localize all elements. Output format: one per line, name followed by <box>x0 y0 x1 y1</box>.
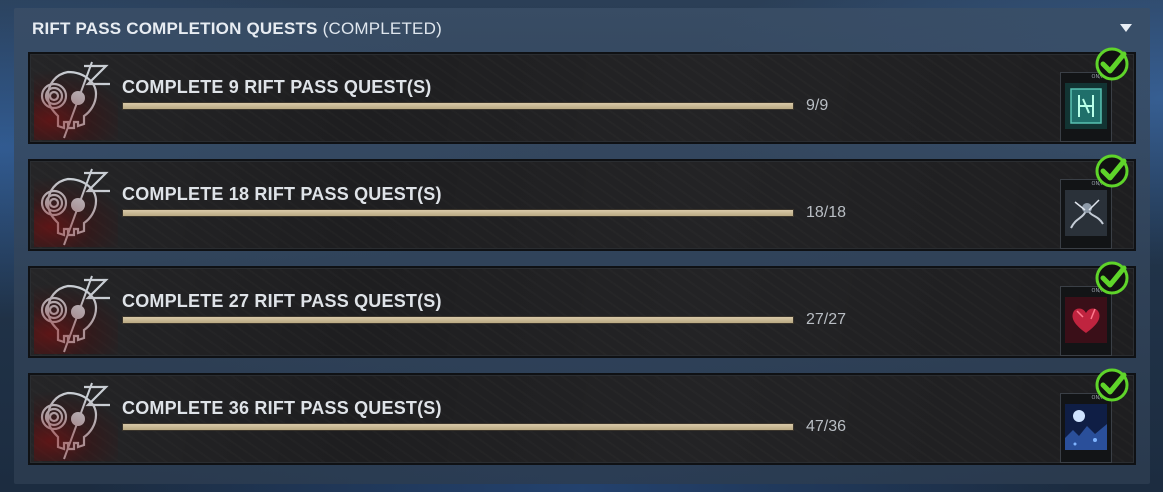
section-header[interactable]: RIFT PASS COMPLETION QUESTS (COMPLETED) <box>32 18 442 40</box>
quest-row: COMPLETE 9 RIFT PASS QUEST(S) 9/9 ON/REJ <box>28 47 1136 144</box>
quest-title: COMPLETE 9 RIFT PASS QUEST(S) <box>122 77 432 97</box>
completed-check-icon <box>1095 47 1129 81</box>
red-heart-charm-icon <box>1065 297 1107 343</box>
teal-glyph-charm-icon <box>1065 83 1107 129</box>
quest-row: COMPLETE 18 RIFT PASS QUEST(S) 18/18 ON/… <box>28 154 1136 251</box>
grey-creature-charm-icon <box>1065 190 1107 236</box>
completed-check-icon <box>1095 368 1129 402</box>
section-status: (COMPLETED) <box>322 19 442 38</box>
progress-fill <box>123 317 793 323</box>
quests-panel: RIFT PASS COMPLETION QUESTS (COMPLETED) … <box>14 8 1150 484</box>
collapse-arrow-icon[interactable] <box>1120 24 1132 32</box>
background-frame: RIFT PASS COMPLETION QUESTS (COMPLETED) … <box>0 0 1163 492</box>
quest-title: COMPLETE 27 RIFT PASS QUEST(S) <box>122 291 442 311</box>
quest-row: COMPLETE 27 RIFT PASS QUEST(S) 27/27 ON/… <box>28 261 1136 358</box>
progress-bar <box>122 209 794 217</box>
section-title: RIFT PASS COMPLETION QUESTS <box>32 19 318 38</box>
progress-bar <box>122 102 794 110</box>
progress-count: 9/9 <box>806 97 829 114</box>
reward-item[interactable]: ON/REJ <box>1060 72 1112 142</box>
skull-emblem-icon <box>34 163 118 247</box>
reward-item[interactable]: ON/REJ <box>1060 286 1112 356</box>
skull-emblem-icon <box>34 377 118 461</box>
progress-fill <box>123 210 793 216</box>
progress-fill <box>123 424 793 430</box>
reward-item[interactable]: ON/REJ <box>1060 393 1112 463</box>
skull-emblem-icon <box>34 56 118 140</box>
completed-check-icon <box>1095 261 1129 295</box>
progress-count: 27/27 <box>806 311 847 328</box>
skull-emblem-icon <box>34 270 118 354</box>
progress-bar <box>122 316 794 324</box>
completed-check-icon <box>1095 154 1129 188</box>
quest-title: COMPLETE 18 RIFT PASS QUEST(S) <box>122 184 442 204</box>
reward-item[interactable]: ON/REJ <box>1060 179 1112 249</box>
quest-title: COMPLETE 36 RIFT PASS QUEST(S) <box>122 398 442 418</box>
progress-count: 18/18 <box>806 204 847 221</box>
blue-night-charm-icon <box>1065 404 1107 450</box>
quest-row: COMPLETE 36 RIFT PASS QUEST(S) 47/36 ON/… <box>28 368 1136 465</box>
progress-count: 47/36 <box>806 418 847 435</box>
progress-fill <box>123 103 793 109</box>
progress-bar <box>122 423 794 431</box>
